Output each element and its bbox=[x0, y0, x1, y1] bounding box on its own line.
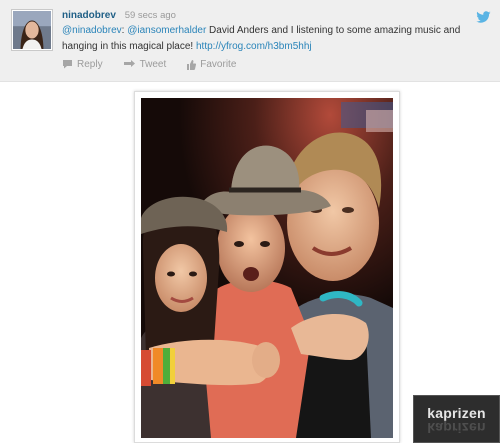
tweet-url-link[interactable]: http://yfrog.com/h3bm5hhj bbox=[196, 41, 312, 52]
twitter-bird-icon bbox=[476, 11, 491, 23]
mention-link-iansomerhalder[interactable]: @iansomerhalder bbox=[127, 25, 206, 36]
reply-label: Reply bbox=[77, 58, 103, 70]
group-selfie-image bbox=[141, 98, 393, 438]
kaprizen-watermark: kaprizen kaprizen bbox=[413, 395, 500, 443]
tweet-timestamp[interactable]: 59 secs ago bbox=[125, 10, 176, 21]
tweet-actions: Reply Tweet Favorite bbox=[62, 57, 236, 71]
favorite-label: Favorite bbox=[200, 58, 237, 70]
reply-button[interactable]: Reply bbox=[62, 57, 103, 71]
watermark-reflection: kaprizen bbox=[427, 420, 486, 436]
tweet-card: ninadobrev 59 secs ago @ninadobrev: @ian… bbox=[0, 0, 500, 82]
reply-icon bbox=[63, 60, 72, 69]
retweet-icon bbox=[123, 60, 135, 67]
retweet-label: Tweet bbox=[139, 58, 167, 70]
avatar-portrait-image bbox=[13, 11, 51, 49]
attached-photo[interactable] bbox=[141, 98, 393, 438]
attached-photo-frame bbox=[134, 91, 400, 443]
favorite-button[interactable]: Favorite bbox=[186, 57, 236, 71]
username-link[interactable]: ninadobrev bbox=[62, 10, 116, 21]
tweet-header: ninadobrev 59 secs ago bbox=[62, 9, 176, 22]
user-avatar[interactable] bbox=[11, 9, 53, 51]
watermark-text: kaprizen bbox=[427, 405, 486, 421]
thumbs-up-icon bbox=[187, 59, 197, 70]
mention-link-ninadobrev[interactable]: @ninadobrev bbox=[62, 25, 122, 36]
tweet-text: @ninadobrev: @iansomerhalder David Ander… bbox=[62, 23, 472, 55]
retweet-button[interactable]: Tweet bbox=[123, 57, 167, 71]
